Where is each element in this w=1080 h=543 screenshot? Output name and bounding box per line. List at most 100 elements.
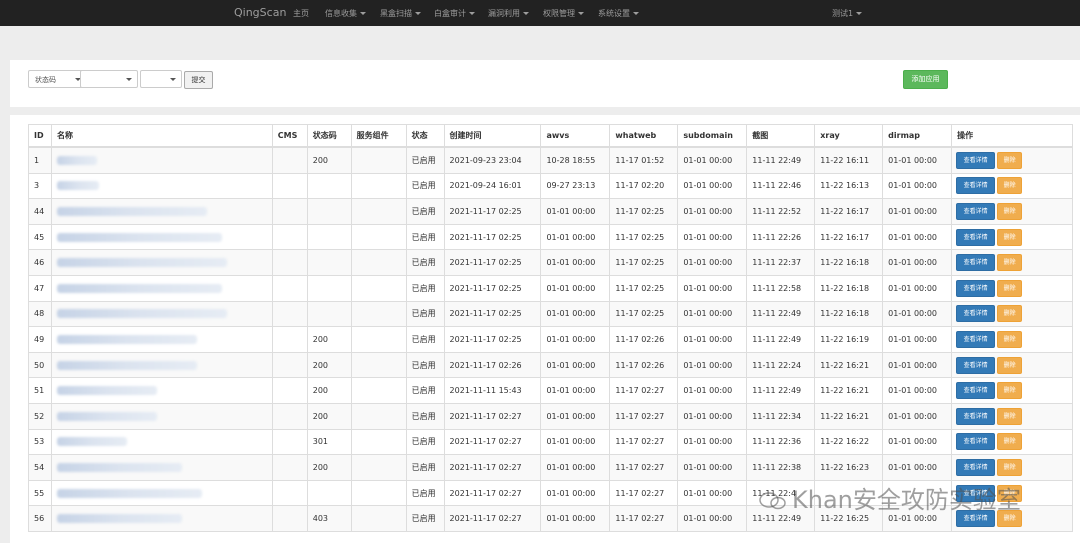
delete-button[interactable]: 删除 [997,151,1023,169]
brand-logo[interactable]: QingScan [234,6,286,19]
delete-button[interactable]: 删除 [997,356,1023,374]
cell-xray: 11-22 16:18 [814,274,884,302]
cell-actions: 查看详情 删除 [951,326,1073,353]
chevron-down-icon [856,12,863,15]
cell-cms [271,223,308,251]
cell-cms [271,172,308,200]
delete-button[interactable]: 删除 [997,407,1023,425]
cell-created: 2021-11-11 15:43 [443,377,542,404]
submit-button[interactable]: 提交 [184,71,213,89]
view-detail-button[interactable]: 查看详情 [956,356,996,374]
cell-awvs: 01-01 00:00 [540,377,611,404]
table-row: 45 已启用 2021-11-17 02:25 01-01 00:00 11-17 02… [28,223,1073,251]
cell-subdomain: 01-01 00:00 [677,326,748,353]
redacted-name[interactable] [56,360,197,370]
cell-subdomain: 01-01 00:00 [677,479,748,507]
cell-status: 已启用 [405,326,445,353]
redacted-name[interactable] [56,232,222,242]
filter-select-3[interactable] [140,70,182,88]
cell-screenshot: 11-11 22:58 [746,274,816,302]
chevron-down-icon [469,12,475,15]
delete-button[interactable]: 删除 [997,305,1023,323]
delete-button[interactable]: 删除 [997,177,1023,195]
redacted-name[interactable] [56,462,182,472]
delete-button[interactable]: 删除 [997,279,1023,297]
redacted-name[interactable] [56,155,97,165]
filter-select-2[interactable] [80,70,138,88]
view-detail-button[interactable]: 查看详情 [956,202,996,220]
cell-status-code: 200 [306,377,352,404]
col-header: ID [28,124,52,148]
cell-name [50,454,273,481]
cell-id: 47 [28,274,52,302]
nav-info-collect[interactable]: 信息收集 [325,8,366,19]
view-detail-button[interactable]: 查看详情 [956,151,996,169]
redacted-name[interactable] [56,181,99,191]
delete-button[interactable]: 删除 [997,458,1023,476]
nav-whitebox-audit[interactable]: 白盒审计 [434,8,475,19]
cell-service [350,454,407,481]
view-detail-button[interactable]: 查看详情 [956,433,996,451]
delete-button[interactable]: 删除 [997,382,1023,400]
redacted-name[interactable] [56,386,157,396]
cell-whatweb: 11-17 02:25 [609,198,679,225]
cell-name [50,351,273,379]
cell-awvs: 01-01 00:00 [540,454,611,481]
redacted-name[interactable] [56,258,227,268]
col-header: 状态码 [306,124,352,148]
redacted-name[interactable] [56,309,227,319]
view-detail-button[interactable]: 查看详情 [956,254,996,272]
cell-awvs: 09-27 23:13 [540,172,611,200]
col-header: CMS [271,124,308,148]
add-app-button[interactable]: 添加应用 [903,70,948,89]
cell-awvs: 01-01 00:00 [540,351,611,379]
cell-screenshot: 11-11 22:38 [746,454,816,481]
redacted-name[interactable] [56,206,207,216]
view-detail-button[interactable]: 查看详情 [956,177,996,195]
cell-id: 55 [28,479,52,507]
view-detail-button[interactable]: 查看详情 [956,228,996,246]
cell-cms [271,351,308,379]
redacted-name[interactable] [56,437,127,447]
cell-service [350,505,407,532]
delete-button[interactable]: 删除 [997,330,1023,348]
nav-settings[interactable]: 系统设置 [598,8,639,19]
status-code-select[interactable]: 状态码 [28,70,87,88]
redacted-name[interactable] [56,283,222,293]
view-detail-button[interactable]: 查看详情 [956,305,996,323]
delete-button[interactable]: 删除 [997,433,1023,451]
cell-name [50,300,273,328]
redacted-name[interactable] [56,488,202,498]
view-detail-button[interactable]: 查看详情 [956,407,996,425]
col-header: 操作 [951,124,1073,148]
nav-blackbox-scan[interactable]: 黑盒扫描 [380,8,421,19]
cell-cms [271,274,308,302]
chevron-down-icon [126,78,132,81]
cell-whatweb: 11-17 02:20 [609,172,679,200]
cell-dirmap: 01-01 00:00 [882,172,953,200]
nav-home[interactable]: 主页 [293,8,309,19]
cell-created: 2021-11-17 02:25 [443,326,542,353]
nav-permission[interactable]: 权限管理 [543,8,584,19]
redacted-name[interactable] [56,334,197,344]
redacted-name[interactable] [56,411,157,421]
view-detail-button[interactable]: 查看详情 [956,458,996,476]
delete-button[interactable]: 删除 [997,254,1023,272]
nav-exploit[interactable]: 漏洞利用 [488,8,529,19]
redacted-name[interactable] [56,514,182,524]
cell-awvs: 10-28 18:55 [540,146,611,174]
cell-cms [271,198,308,225]
nav-user-menu[interactable]: 测试1 [832,8,863,19]
view-detail-button[interactable]: 查看详情 [956,382,996,400]
cell-dirmap: 01-01 00:00 [882,454,953,481]
cell-service [350,377,407,404]
delete-button[interactable]: 删除 [997,228,1023,246]
view-detail-button[interactable]: 查看详情 [956,279,996,297]
cell-id: 49 [28,326,52,353]
view-detail-button[interactable]: 查看详情 [956,330,996,348]
cell-actions: 查看详情 删除 [951,274,1073,302]
delete-button[interactable]: 删除 [997,202,1023,220]
cell-subdomain: 01-01 00:00 [677,300,748,328]
cell-name [50,326,273,353]
cell-status: 已启用 [405,198,445,225]
